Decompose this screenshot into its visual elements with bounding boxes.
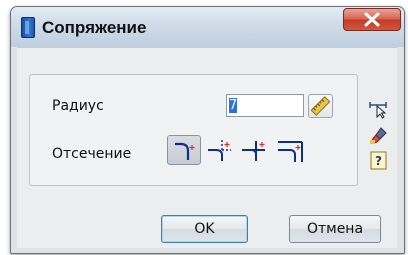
- help-button[interactable]: ?: [368, 150, 390, 170]
- pick-object-button[interactable]: [368, 97, 390, 119]
- select-cursor-icon: [369, 102, 387, 119]
- trim-first-icon: [208, 140, 231, 161]
- pick-radius-button[interactable]: [308, 94, 333, 118]
- radius-input[interactable]: 7: [226, 94, 304, 117]
- properties-button[interactable]: [368, 125, 390, 145]
- svg-text:?: ?: [375, 154, 382, 168]
- cancel-button[interactable]: Отмена: [289, 215, 381, 243]
- close-button[interactable]: [343, 8, 401, 31]
- dialog-body: Радиус 7 Отсечение ? OK Отмена: [17, 47, 397, 248]
- trim-label: Отсечение: [52, 146, 132, 162]
- close-icon: [364, 12, 380, 27]
- ruler-icon: [310, 96, 331, 116]
- ok-button[interactable]: OK: [161, 215, 248, 243]
- help-icon: ?: [370, 151, 387, 170]
- radius-value: 7: [229, 98, 238, 113]
- no-trim-icon: [242, 141, 265, 161]
- fillet-dialog: Сопряжение Радиус 7 Отсечение ? OK Отмен…: [10, 6, 405, 254]
- trim-both-icon: [175, 142, 195, 160]
- parameters-group: [29, 74, 358, 186]
- no-trim-option[interactable]: [237, 135, 271, 165]
- trim-second-option[interactable]: [273, 135, 307, 165]
- trim-second-icon: [278, 141, 303, 162]
- trim-both-option[interactable]: [167, 135, 201, 165]
- trim-first-option[interactable]: [203, 135, 237, 165]
- title-bar[interactable]: Сопряжение: [11, 7, 404, 47]
- window-title: Сопряжение: [42, 18, 147, 37]
- app-icon: [21, 17, 35, 38]
- paint-brush-icon: [370, 127, 387, 144]
- radius-label: Радиус: [52, 98, 104, 114]
